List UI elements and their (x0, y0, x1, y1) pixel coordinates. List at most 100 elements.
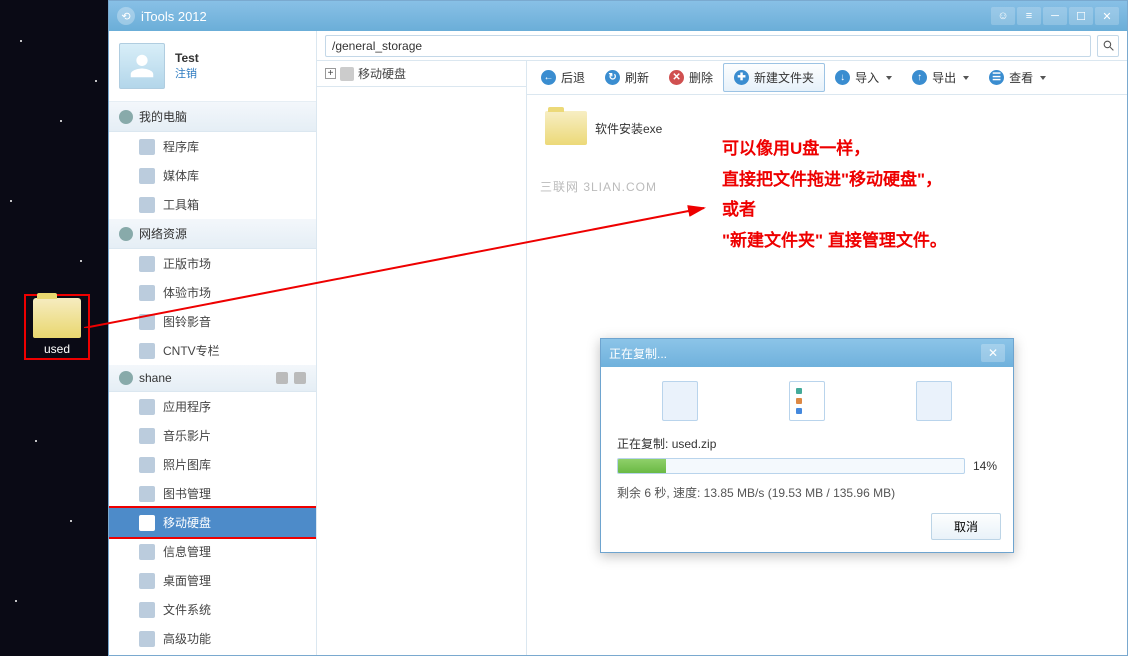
file-name: 软件安装exe (595, 120, 662, 137)
desktop-folder-used[interactable]: used (24, 294, 90, 360)
eject-icon[interactable] (294, 372, 306, 384)
view-icon: ☰ (989, 70, 1004, 85)
tv-icon (139, 343, 155, 359)
delete-icon: ✕ (669, 70, 684, 85)
dialog-icons (617, 381, 997, 421)
sidebar-section-network[interactable]: 网络资源 (109, 219, 316, 249)
grid-icon (139, 139, 155, 155)
file-item[interactable]: 软件安装exe (541, 107, 741, 149)
progress-percent: 14% (973, 459, 997, 473)
sidebar-item-storage[interactable]: 移动硬盘 (109, 508, 316, 537)
chevron-down-icon (1040, 76, 1046, 80)
sidebar-section-device[interactable]: shane (109, 365, 316, 392)
sidebar-item-photos[interactable]: 照片图库 (109, 450, 316, 479)
sidebar-section-computer[interactable]: 我的电脑 (109, 102, 316, 132)
back-button[interactable]: ←后退 (531, 64, 595, 91)
desktop-folder-label: used (28, 342, 86, 356)
avatar-icon (119, 43, 165, 89)
transfer-icon (789, 381, 825, 421)
globe-icon (119, 227, 133, 241)
user-box: Test 注销 (109, 31, 316, 102)
sidebar-item-programs[interactable]: 程序库 (109, 132, 316, 161)
logout-link[interactable]: 注销 (175, 65, 199, 81)
toolbar: ←后退 ↻刷新 ✕删除 ✚新建文件夹 ↓导入 ↑导出 ☰查看 (527, 61, 1127, 95)
menu-button[interactable]: ≡ (1017, 7, 1041, 25)
wrench-icon (139, 197, 155, 213)
sidebar-item-media[interactable]: 媒体库 (109, 161, 316, 190)
drive-icon (340, 67, 354, 81)
sidebar: Test 注销 我的电脑 程序库 媒体库 工具箱 网络资源 正版市场 体验市场 (109, 31, 317, 655)
sidebar-item-ringtone[interactable]: 图铃影音 (109, 307, 316, 336)
minimize-button[interactable]: ─ (1043, 7, 1067, 25)
sidebar-item-filesystem[interactable]: 文件系统 (109, 595, 316, 624)
media-icon (139, 168, 155, 184)
delete-button[interactable]: ✕删除 (659, 64, 723, 91)
maximize-button[interactable]: ☐ (1069, 7, 1093, 25)
play-icon (139, 314, 155, 330)
sidebar-item-info[interactable]: 信息管理 (109, 537, 316, 566)
dialog-close-button[interactable]: ✕ (981, 344, 1005, 362)
photo-icon (139, 457, 155, 473)
sidebar-item-market[interactable]: 正版市场 (109, 249, 316, 278)
book-icon (139, 486, 155, 502)
app-logo-icon: ⟲ (117, 7, 135, 25)
import-button[interactable]: ↓导入 (825, 64, 902, 91)
copying-label: 正在复制: used.zip (617, 435, 997, 452)
close-button[interactable]: ✕ (1095, 7, 1119, 25)
info-icon (139, 544, 155, 560)
expand-icon[interactable]: + (325, 68, 336, 79)
chevron-down-icon (963, 76, 969, 80)
gear-icon (139, 631, 155, 647)
view-button[interactable]: ☰查看 (979, 64, 1056, 91)
app-title: iTools 2012 (141, 9, 207, 24)
new-folder-icon: ✚ (734, 70, 749, 85)
folder-icon (139, 602, 155, 618)
annotation-text: 可以像用U盘一样， 直接把文件拖进"移动硬盘"， 或者 "新建文件夹" 直接管理… (722, 134, 947, 256)
import-icon: ↓ (835, 70, 850, 85)
chevron-down-icon (886, 76, 892, 80)
refresh-button[interactable]: ↻刷新 (595, 64, 659, 91)
itools-window: ⟲ iTools 2012 ☺ ≡ ─ ☐ ✕ Test 注销 我的电脑 (108, 0, 1128, 656)
sidebar-item-music[interactable]: 音乐影片 (109, 421, 316, 450)
computer-icon (119, 110, 133, 124)
folder-icon (545, 111, 587, 145)
copy-dialog: 正在复制... ✕ 正在复制: used.zip 14% 剩余 6 秒, 速度:… (600, 338, 1014, 553)
sidebar-item-cntv[interactable]: CNTV专栏 (109, 336, 316, 365)
progress-bar (617, 458, 965, 474)
sidebar-item-desktop[interactable]: 桌面管理 (109, 566, 316, 595)
sidebar-item-tools[interactable]: 工具箱 (109, 190, 316, 219)
cancel-button[interactable]: 取消 (931, 513, 1001, 540)
tree-root[interactable]: + 移动硬盘 (317, 61, 526, 87)
dialog-titlebar[interactable]: 正在复制... ✕ (601, 339, 1013, 367)
file-stack-icon (662, 381, 698, 421)
apple-icon (139, 256, 155, 272)
feedback-button[interactable]: ☺ (991, 7, 1015, 25)
apps-icon (139, 399, 155, 415)
user-name: Test (175, 51, 199, 65)
dialog-title: 正在复制... (609, 345, 667, 362)
link-icon[interactable] (276, 372, 288, 384)
transfer-stats: 剩余 6 秒, 速度: 13.85 MB/s (19.53 MB / 135.9… (617, 484, 997, 501)
file-stack-icon (916, 381, 952, 421)
music-icon (139, 428, 155, 444)
grid-icon (139, 285, 155, 301)
folder-icon (33, 298, 81, 338)
back-arrow-icon: ← (541, 70, 556, 85)
export-button[interactable]: ↑导出 (902, 64, 979, 91)
sidebar-item-books[interactable]: 图书管理 (109, 479, 316, 508)
search-icon (1102, 39, 1115, 52)
export-icon: ↑ (912, 70, 927, 85)
progress-fill (618, 459, 666, 473)
address-bar[interactable]: /general_storage (325, 35, 1091, 57)
sidebar-item-advanced[interactable]: 高级功能 (109, 624, 316, 653)
sidebar-item-trial[interactable]: 体验市场 (109, 278, 316, 307)
storage-icon (139, 515, 155, 531)
sidebar-item-apps[interactable]: 应用程序 (109, 392, 316, 421)
watermark: 三联网 3LIAN.COM (540, 178, 657, 195)
device-icon (119, 371, 133, 385)
new-folder-button[interactable]: ✚新建文件夹 (723, 63, 825, 92)
desktop-icon (139, 573, 155, 589)
refresh-icon: ↻ (605, 70, 620, 85)
search-button[interactable] (1097, 35, 1119, 57)
titlebar[interactable]: ⟲ iTools 2012 ☺ ≡ ─ ☐ ✕ (109, 1, 1127, 31)
